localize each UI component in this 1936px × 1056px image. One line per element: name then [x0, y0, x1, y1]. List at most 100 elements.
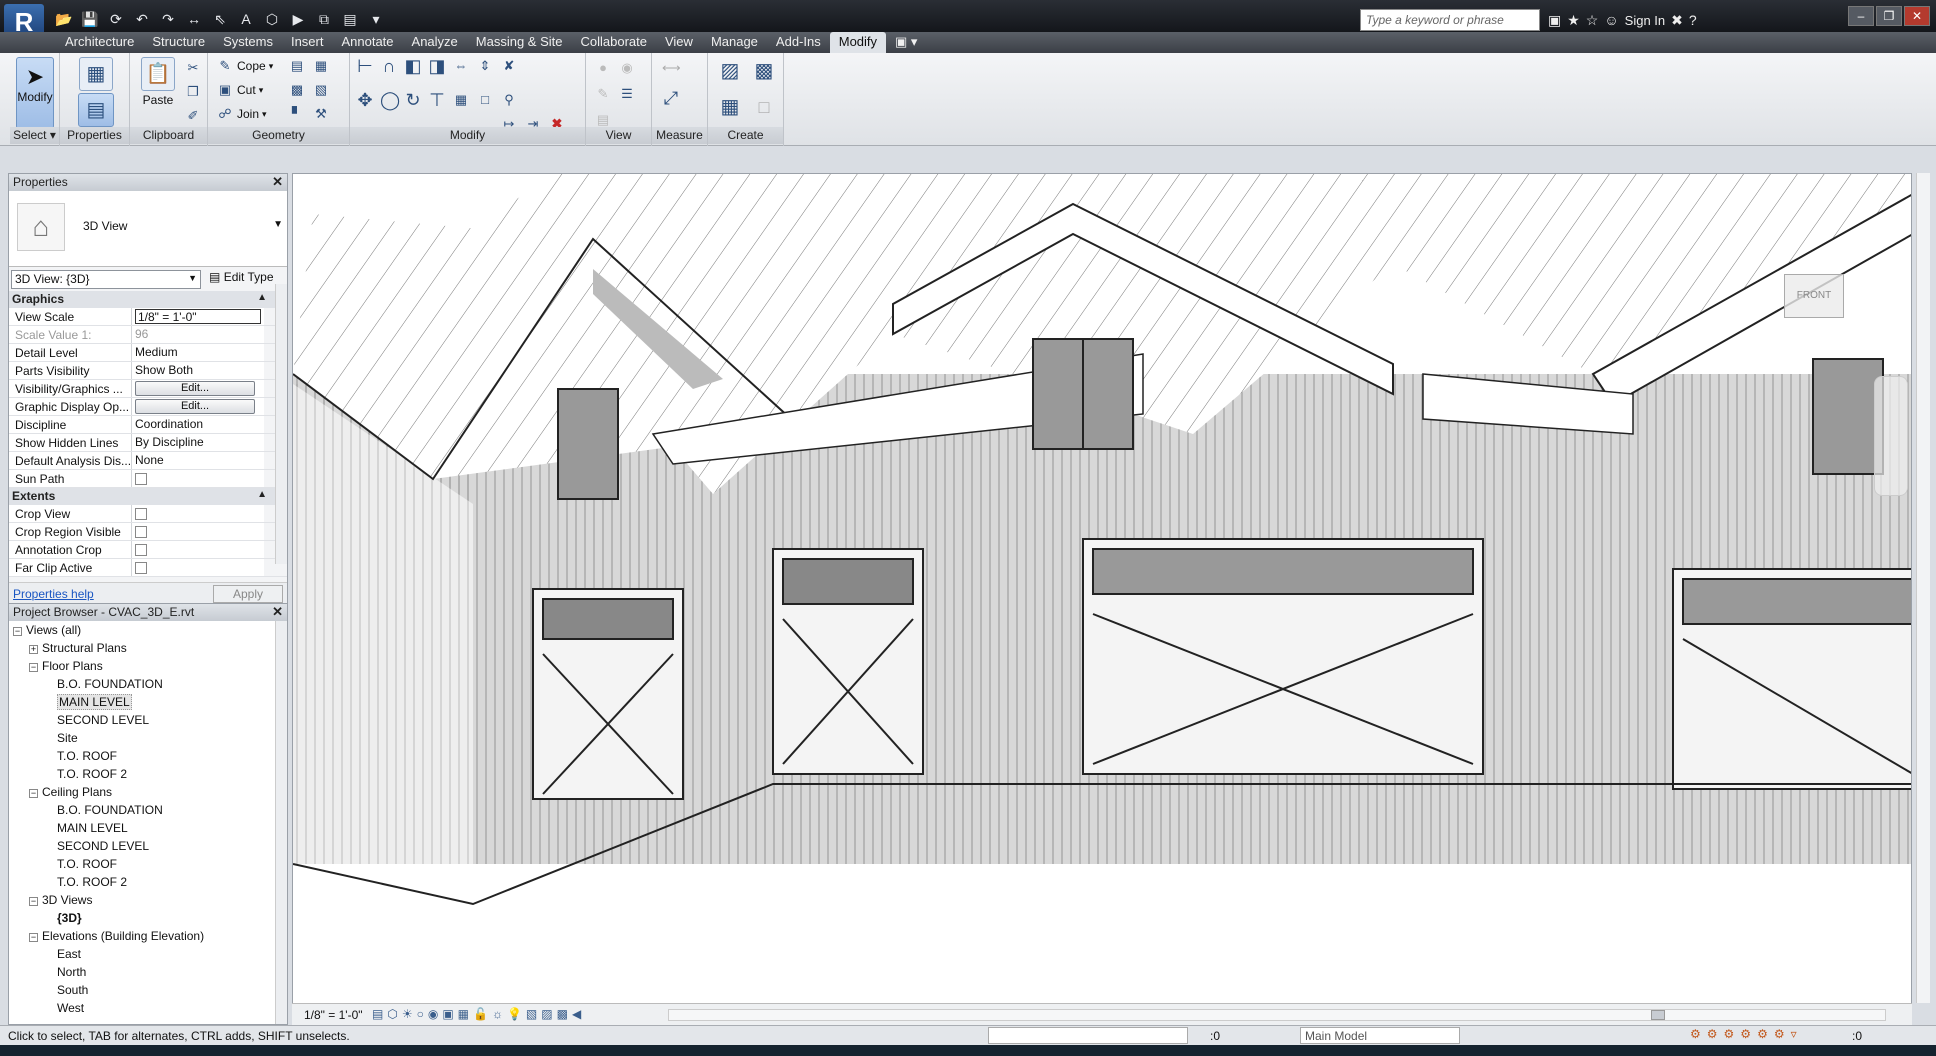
scale-icon[interactable]: □	[476, 91, 494, 109]
browser-view-item[interactable]: B.O. FOUNDATION	[9, 675, 287, 693]
browser-view-item[interactable]: MAIN LEVEL	[9, 819, 287, 837]
sign-in-button[interactable]: Sign In	[1625, 13, 1665, 28]
collapse-icon[interactable]: −	[29, 663, 38, 672]
unpin-icon[interactable]: ✘	[500, 57, 518, 75]
viewcube[interactable]: FRONT	[1784, 274, 1844, 318]
tab-add-ins[interactable]: Add-Ins	[767, 32, 830, 53]
select-panel-label[interactable]: Select ▾	[10, 127, 59, 144]
copy-element-icon[interactable]: ◯	[380, 91, 400, 109]
ribbon-display-toggle-icon[interactable]: ▣ ▾	[886, 32, 926, 53]
close-icon[interactable]: ✕	[272, 174, 283, 190]
browser-view-item[interactable]: West	[9, 999, 287, 1017]
browser-view-item[interactable]: T.O. ROOF	[9, 747, 287, 765]
tab-modify[interactable]: Modify	[829, 32, 887, 53]
analysis-display-icon[interactable]: ▩	[557, 1007, 568, 1021]
browser-view-item[interactable]: T.O. ROOF	[9, 855, 287, 873]
redo-icon[interactable]: ↷	[156, 8, 180, 30]
restore-icon[interactable]: ❐	[1876, 6, 1902, 26]
browser-category[interactable]: − Ceiling Plans	[9, 783, 287, 801]
user-icon[interactable]: ☺	[1604, 12, 1618, 28]
chevron-down-icon[interactable]: ▼	[273, 219, 283, 230]
mirror-draw-icon[interactable]: ◨	[428, 57, 446, 75]
collapse-icon[interactable]: −	[29, 897, 38, 906]
browser-view-item[interactable]: {3D}	[9, 909, 287, 927]
tab-collaborate[interactable]: Collaborate	[571, 32, 656, 53]
measure-between-icon[interactable]: ⟷	[662, 59, 681, 77]
unlocked-view-icon[interactable]: 🔓	[473, 1007, 488, 1021]
mirror-axis-icon[interactable]: ◧	[404, 57, 422, 75]
analysis-display-value[interactable]: None	[132, 452, 264, 469]
browser-view-item[interactable]: East	[9, 945, 287, 963]
browser-view-item[interactable]: T.O. ROOF 2	[9, 765, 287, 783]
group-header-graphics[interactable]: Graphics ▲	[9, 291, 287, 308]
workset-dropdown[interactable]	[988, 1027, 1188, 1044]
create-assembly-icon[interactable]: ▨	[716, 57, 744, 85]
cut-clipboard-icon[interactable]: ✂	[184, 59, 202, 77]
array-icon[interactable]: ▦	[452, 91, 470, 109]
properties-button[interactable]: ▤	[78, 93, 114, 127]
demolish-icon[interactable]: ▦	[312, 57, 330, 75]
browser-view-item[interactable]: SECOND LEVEL	[9, 837, 287, 855]
match-properties-icon[interactable]: ✐	[184, 107, 202, 125]
shadows-icon[interactable]: ○	[417, 1007, 424, 1021]
align-icon[interactable]: ⊢	[356, 57, 374, 75]
sun-path-icon[interactable]: ☀	[402, 1007, 413, 1021]
collapse-icon[interactable]: ▲	[257, 292, 267, 303]
parts-visibility-value[interactable]: Show Both	[132, 362, 264, 379]
exchange-icon[interactable]: ✖	[1671, 12, 1683, 29]
browser-category[interactable]: −3D Views	[9, 891, 287, 909]
modify-button[interactable]: ➤ Modify	[16, 57, 54, 129]
type-selector[interactable]: ⌂ 3D View ▼	[9, 191, 287, 267]
collapse-icon[interactable]: −	[29, 789, 38, 798]
navigation-bar[interactable]	[1874, 376, 1908, 496]
hide-in-view-icon[interactable]: ●	[594, 59, 612, 77]
type-properties-button[interactable]: ▦	[78, 57, 114, 93]
open-icon[interactable]: 📂	[52, 8, 76, 30]
subscription-icon[interactable]: ★	[1567, 12, 1580, 29]
collapse-icon[interactable]: ▲	[257, 489, 267, 500]
pin-icon[interactable]: ⚲	[500, 91, 518, 109]
split-icon[interactable]: ⇔	[452, 57, 470, 75]
3d-view-icon[interactable]: ⬡	[260, 8, 284, 30]
line-weight-icon[interactable]: ☰	[618, 85, 636, 103]
split-gap-icon[interactable]: ⇕	[476, 57, 494, 75]
browser-category[interactable]: + Structural Plans	[9, 639, 287, 657]
similar-icon[interactable]: □	[750, 93, 778, 121]
paint-icon[interactable]: ▩	[288, 81, 306, 99]
graphic-display-edit-button[interactable]: Edit...	[135, 399, 255, 414]
favorites-icon[interactable]: ☆	[1586, 12, 1599, 29]
visual-style-icon[interactable]: ⬡	[387, 1007, 397, 1021]
tab-insert[interactable]: Insert	[282, 32, 333, 53]
tab-systems[interactable]: Systems	[214, 32, 282, 53]
select-links-icon[interactable]: ⚙	[1690, 1027, 1701, 1041]
binoculars-icon[interactable]: ▣	[1548, 12, 1561, 29]
tab-massing-site[interactable]: Massing & Site	[467, 32, 572, 53]
view-scale-control[interactable]: 1/8" = 1'-0"	[304, 1008, 363, 1022]
close-hidden-windows-icon[interactable]: ⧉	[312, 8, 336, 30]
browser-view-item[interactable]: Site	[9, 729, 287, 747]
text-icon[interactable]: A	[234, 8, 258, 30]
join-button[interactable]: ☍ Join ▾	[216, 105, 266, 123]
annotation-crop-checkbox[interactable]	[135, 544, 147, 556]
tab-structure[interactable]: Structure	[143, 32, 214, 53]
measure-icon[interactable]: ↔	[182, 8, 206, 30]
rotate-icon[interactable]: ↻	[404, 91, 422, 109]
aligned-dimension-icon[interactable]: ⤢	[662, 89, 680, 107]
worksharing-display-icon[interactable]: ▧	[526, 1007, 537, 1021]
wall-joins-icon[interactable]: ▘	[288, 105, 306, 123]
browser-view-item[interactable]: T.O. ROOF 2	[9, 873, 287, 891]
customize-qat-icon[interactable]: ▾	[364, 8, 388, 30]
detail-level-icon[interactable]: ▤	[372, 1007, 383, 1021]
view-scale-input[interactable]: 1/8" = 1'-0"	[135, 309, 261, 324]
browser-scrollbar[interactable]	[275, 621, 287, 1024]
beam-system-icon[interactable]: ▧	[312, 81, 330, 99]
properties-scrollbar[interactable]	[275, 284, 287, 564]
graphics-icon[interactable]: ◉	[618, 59, 636, 77]
tab-analyze[interactable]: Analyze	[403, 32, 467, 53]
browser-view-item[interactable]: B.O. FOUNDATION	[9, 801, 287, 819]
temporary-view-properties-icon[interactable]: ▨	[541, 1007, 552, 1021]
minimize-icon[interactable]: –	[1848, 6, 1874, 26]
paste-button[interactable]: 📋 Paste	[136, 57, 180, 107]
visibility-graphics-edit-button[interactable]: Edit...	[135, 381, 255, 396]
trim-extend-icon[interactable]: ⊤	[428, 91, 446, 109]
